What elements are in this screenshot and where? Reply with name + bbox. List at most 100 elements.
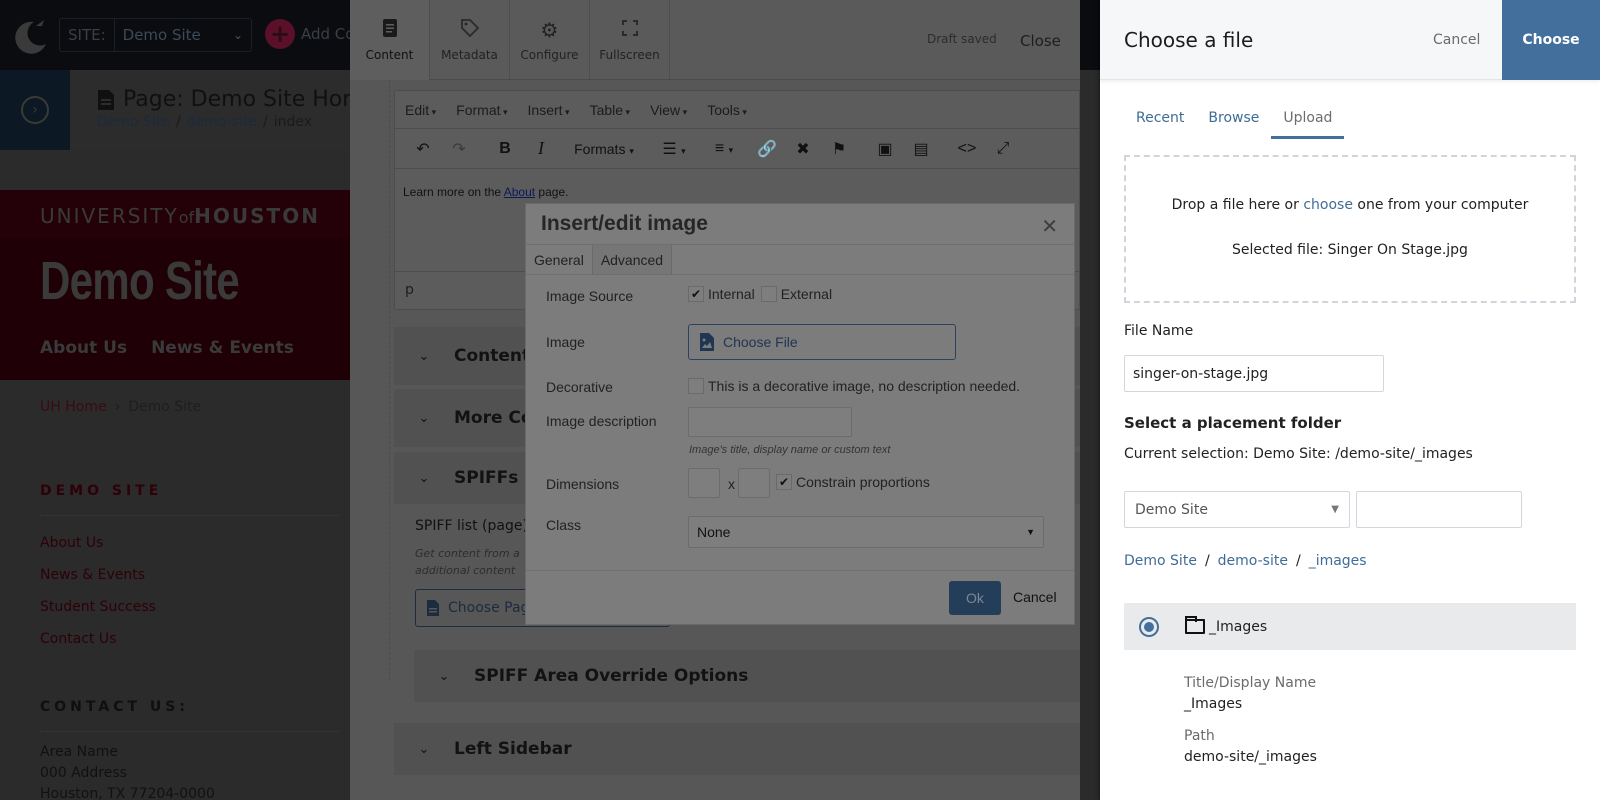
- link-icon[interactable]: 🔗: [749, 139, 785, 159]
- tab-advanced[interactable]: Advanced: [592, 245, 673, 274]
- menu-view[interactable]: View: [650, 102, 687, 118]
- breadcrumb-separator: /: [1295, 553, 1301, 569]
- tab-fullscreen[interactable]: Fullscreen: [590, 0, 670, 80]
- constrain-checkbox[interactable]: ✔: [776, 474, 792, 490]
- file-chooser-header: Choose a file Cancel Choose: [1100, 0, 1600, 80]
- width-input[interactable]: [688, 468, 720, 498]
- file-drop-zone[interactable]: Drop a file here or choose one from your…: [1124, 155, 1576, 303]
- folder-list-item[interactable]: _Images: [1124, 603, 1576, 650]
- sidebar-link[interactable]: Student Success: [40, 599, 156, 615]
- tab-label: Metadata: [441, 48, 498, 62]
- image-description-input[interactable]: [688, 407, 852, 437]
- redo-icon[interactable]: ↷: [441, 139, 477, 159]
- image-label: Image: [546, 334, 585, 350]
- cancel-button[interactable]: Cancel: [1013, 589, 1057, 605]
- app-logo-icon[interactable]: [12, 16, 48, 54]
- class-select[interactable]: None ▼: [688, 516, 1044, 548]
- numbered-list-icon[interactable]: ≡ ▾: [699, 140, 749, 158]
- nav-item-about[interactable]: About Us: [40, 338, 127, 358]
- uh-logo-of: of: [178, 208, 195, 227]
- drop-text: Drop a file here or: [1171, 197, 1304, 213]
- dimensions-label: Dimensions: [546, 476, 620, 492]
- editor-tabs: Content Metadata ⚙ Configure Fullscreen …: [350, 0, 1080, 80]
- description-label: Image description: [546, 413, 657, 429]
- folder-search-input[interactable]: [1356, 491, 1522, 528]
- choose-file-button[interactable]: Choose File: [688, 324, 956, 360]
- sidebar-link[interactable]: News & Events: [40, 567, 156, 583]
- close-editor-button[interactable]: Close: [1020, 32, 1061, 50]
- image-source-options: ✔ Internal External: [688, 286, 832, 302]
- sidebar-link[interactable]: Contact Us: [40, 631, 156, 647]
- site-breadcrumb: UH Home › Demo Site: [40, 399, 201, 415]
- section-left-sidebar[interactable]: ⌄ Left Sidebar: [394, 723, 1080, 775]
- menu-edit[interactable]: Edit: [405, 102, 436, 118]
- code-icon[interactable]: <>: [949, 140, 985, 158]
- choose-file-link[interactable]: choose: [1303, 197, 1353, 213]
- contact-line: Houston, TX 77204-0000: [40, 786, 215, 800]
- italic-icon[interactable]: I: [523, 138, 559, 159]
- site-value: Demo Site: [122, 26, 201, 44]
- crumb-home-link[interactable]: UH Home: [40, 399, 107, 415]
- unlink-icon[interactable]: ✖: [785, 139, 821, 159]
- document-icon: [427, 600, 439, 616]
- sidebar-toggle[interactable]: ›: [0, 70, 70, 150]
- decorative-checkbox[interactable]: [688, 378, 704, 394]
- body-text: Learn more on the: [403, 185, 504, 199]
- sidebar-heading: DEMO SITE: [40, 483, 163, 499]
- constrain-option: ✔ Constrain proportions: [776, 474, 930, 490]
- tag-icon: [460, 18, 480, 40]
- bold-icon[interactable]: B: [487, 140, 523, 158]
- fullscreen-icon[interactable]: ⤢: [985, 140, 1021, 158]
- menu-table[interactable]: Table: [590, 102, 631, 118]
- folder-crumb[interactable]: Demo Site: [1124, 553, 1197, 569]
- external-label: External: [780, 286, 833, 302]
- choose-button[interactable]: Choose: [1502, 0, 1600, 80]
- nav-item-news[interactable]: News & Events: [151, 338, 294, 358]
- about-link[interactable]: About: [504, 185, 535, 199]
- draft-status: Draft saved: [927, 32, 997, 46]
- tab-configure[interactable]: ⚙ Configure: [510, 0, 590, 80]
- meta-title-value: _Images: [1184, 696, 1243, 712]
- menu-insert[interactable]: Insert: [528, 102, 570, 118]
- ok-button[interactable]: Ok: [949, 581, 1001, 615]
- folder-crumb[interactable]: demo-site: [1218, 553, 1288, 569]
- tab-recent[interactable]: Recent: [1124, 100, 1196, 139]
- cancel-button[interactable]: Cancel: [1433, 32, 1480, 48]
- image-icon[interactable]: ▣: [867, 139, 903, 159]
- folder-crumb[interactable]: _images: [1309, 553, 1367, 569]
- dialog-title: Insert/edit image: [541, 212, 708, 235]
- breadcrumb-item[interactable]: Demo Site: [97, 114, 170, 130]
- sidebar-link[interactable]: About Us: [40, 535, 156, 551]
- section-spiff-override[interactable]: ⌄ SPIFF Area Override Options: [414, 650, 1080, 702]
- uh-logo[interactable]: UNIVERSITYofHOUSTON: [40, 204, 320, 228]
- chevron-down-icon: ⌄: [418, 348, 430, 364]
- tab-upload[interactable]: Upload: [1271, 100, 1345, 139]
- external-checkbox[interactable]: [760, 286, 777, 302]
- menu-format[interactable]: Format: [456, 102, 507, 118]
- file-name-input[interactable]: [1124, 355, 1384, 392]
- dialog-tabs: General Advanced: [526, 244, 1074, 275]
- site-dropdown[interactable]: Demo Site ▼: [1124, 491, 1350, 528]
- undo-icon[interactable]: ↶: [405, 139, 441, 159]
- tab-metadata[interactable]: Metadata: [430, 0, 510, 80]
- uh-logo-university: UNIVERSITY: [40, 204, 179, 228]
- tab-general[interactable]: General: [526, 245, 593, 274]
- crumb-current: Demo Site: [128, 399, 202, 415]
- formats-dropdown[interactable]: Formats ▾: [559, 141, 649, 157]
- tab-content[interactable]: Content: [350, 0, 430, 80]
- internal-checkbox[interactable]: ✔: [688, 286, 704, 302]
- image-file-icon: [700, 333, 714, 351]
- video-icon[interactable]: ▤: [903, 139, 939, 159]
- menu-tools[interactable]: Tools: [707, 102, 747, 118]
- tab-browse[interactable]: Browse: [1196, 100, 1271, 139]
- site-selector[interactable]: SITE: Demo Site ⌄: [59, 18, 252, 52]
- close-icon[interactable]: ✕: [1041, 214, 1058, 239]
- height-input[interactable]: [738, 468, 770, 498]
- bookmark-icon[interactable]: ⚑: [821, 139, 857, 159]
- folder-radio[interactable]: [1139, 616, 1159, 637]
- radio-selected-dot: [1144, 621, 1154, 632]
- expand-icon: [621, 18, 639, 40]
- breadcrumb-item[interactable]: demo-site: [187, 114, 257, 130]
- bullet-list-icon[interactable]: ☰ ▾: [649, 139, 699, 159]
- document-icon: [382, 18, 398, 40]
